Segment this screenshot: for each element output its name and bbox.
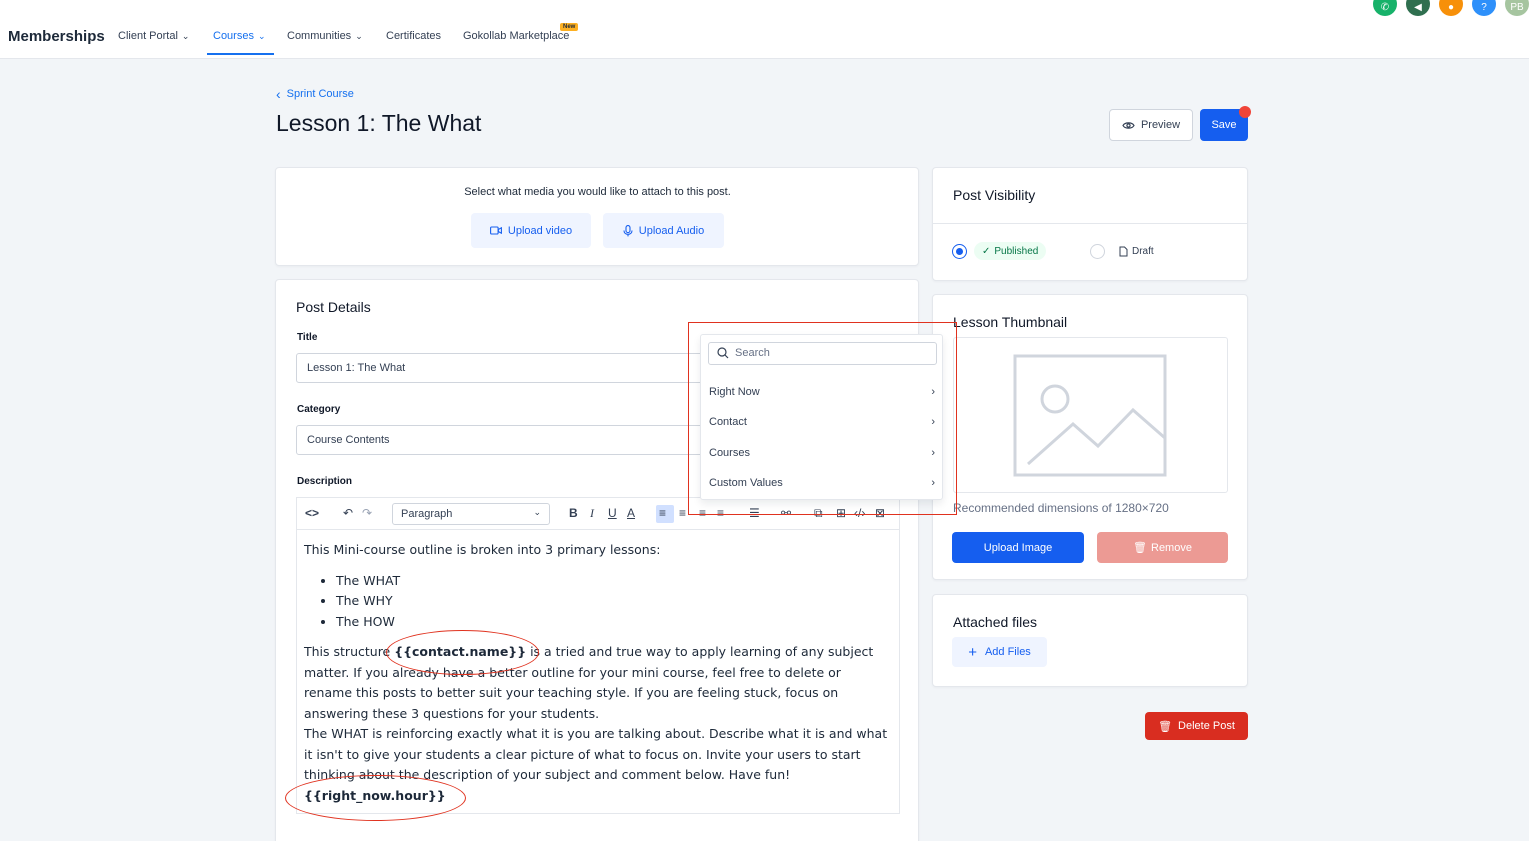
trash-icon: 🗑: [1133, 542, 1147, 554]
published-badge: ✓ Published: [974, 242, 1047, 260]
file-icon: [1119, 246, 1128, 256]
top-icons: ✆ ◀ ● ? PB: [1373, 0, 1529, 16]
list-item: The WHY: [336, 591, 892, 612]
thumbnail-hint: Recommended dimensions of 1280×720: [953, 501, 1169, 515]
bold-icon[interactable]: B: [569, 506, 578, 520]
upload-video-button[interactable]: Upload video: [471, 213, 591, 248]
image-placeholder-icon: [1013, 354, 1167, 477]
category-label: Category: [297, 404, 341, 415]
visibility-card: Post Visibility: [932, 167, 1248, 281]
unsaved-indicator: [1239, 106, 1251, 118]
megaphone-icon[interactable]: ◀: [1406, 0, 1430, 16]
bell-icon[interactable]: ●: [1439, 0, 1463, 16]
help-icon[interactable]: ?: [1472, 0, 1496, 16]
chevron-down-icon: ⌄: [355, 30, 363, 41]
chevron-down-icon: ⌄: [533, 507, 541, 517]
brand-title: Memberships: [8, 28, 105, 45]
avatar[interactable]: PB: [1505, 0, 1529, 16]
active-tab-indicator: [207, 53, 274, 55]
chevron-down-icon: ⌄: [181, 30, 190, 41]
visibility-heading: Post Visibility: [953, 187, 1036, 203]
undo-icon[interactable]: ↶: [343, 506, 353, 520]
thumbnail-heading: Lesson Thumbnail: [953, 314, 1068, 330]
list-item: The HOW: [336, 612, 892, 633]
description-label: Description: [297, 476, 353, 487]
back-link[interactable]: ‹ Sprint Course: [276, 86, 354, 102]
redo-icon[interactable]: ↷: [362, 506, 372, 520]
editor-intro: This Mini-course outline is broken into …: [304, 542, 661, 557]
underline-icon[interactable]: U: [608, 506, 617, 520]
align-left-icon[interactable]: ≡: [659, 506, 666, 520]
nav-communities[interactable]: Communities ⌄: [287, 30, 363, 42]
nav-client-portal[interactable]: Client Portal ⌄: [118, 30, 189, 42]
nav-certificates[interactable]: Certificates: [386, 30, 441, 42]
editor-bullet-list: The WHAT The WHY The HOW: [336, 571, 892, 633]
description-editor[interactable]: This Mini-course outline is broken into …: [296, 529, 900, 814]
block-format-select[interactable]: Paragraph ⌄: [392, 503, 550, 525]
thumbnail-preview[interactable]: [953, 337, 1228, 493]
divider: [933, 223, 1247, 224]
new-badge: New: [560, 23, 579, 31]
nav-courses[interactable]: Courses ⌄: [213, 30, 266, 42]
plus-icon: +: [968, 643, 977, 661]
post-details-heading: Post Details: [296, 299, 371, 315]
attached-files-heading: Attached files: [953, 614, 1038, 630]
draft-badge: Draft: [1113, 242, 1160, 260]
align-center-icon[interactable]: ≡: [679, 506, 686, 520]
search-icon: [717, 347, 729, 359]
upload-image-button[interactable]: Upload Image: [952, 532, 1084, 563]
title-label: Title: [297, 332, 318, 343]
page-title: Lesson 1: The What: [276, 110, 482, 136]
trash-icon: 🗑: [1158, 720, 1173, 733]
chevron-left-icon: ‹: [276, 86, 281, 102]
list-item: The WHAT: [336, 571, 892, 592]
eye-icon: [1122, 121, 1135, 129]
media-prompt: Select what media you would like to atta…: [464, 186, 731, 198]
published-radio[interactable]: [952, 244, 967, 259]
microphone-icon: [623, 224, 633, 236]
italic-icon[interactable]: I: [590, 506, 594, 521]
chevron-down-icon: ⌄: [257, 30, 266, 41]
media-card: Select what media you would like to atta…: [275, 167, 919, 266]
text-color-icon[interactable]: A: [627, 506, 635, 520]
preview-button[interactable]: Preview: [1109, 109, 1193, 141]
draft-radio[interactable]: [1090, 244, 1105, 259]
delete-post-button[interactable]: 🗑 Delete Post: [1145, 712, 1248, 740]
upload-audio-button[interactable]: Upload Audio: [603, 213, 724, 248]
phone-icon[interactable]: ✆: [1373, 0, 1397, 16]
annotation-oval-hour: [285, 775, 466, 821]
nav-marketplace[interactable]: Gokollab Marketplace: [463, 30, 569, 42]
remove-image-button[interactable]: 🗑 Remove: [1097, 532, 1228, 563]
video-icon: [489, 226, 502, 235]
annotation-oval-contact: [386, 630, 539, 675]
check-icon: ✓: [982, 245, 991, 257]
source-code-icon[interactable]: <>: [305, 506, 319, 520]
add-files-button[interactable]: + Add Files: [952, 637, 1047, 667]
top-nav: Memberships Client Portal ⌄ Courses ⌄ Comm…: [0, 0, 1529, 59]
